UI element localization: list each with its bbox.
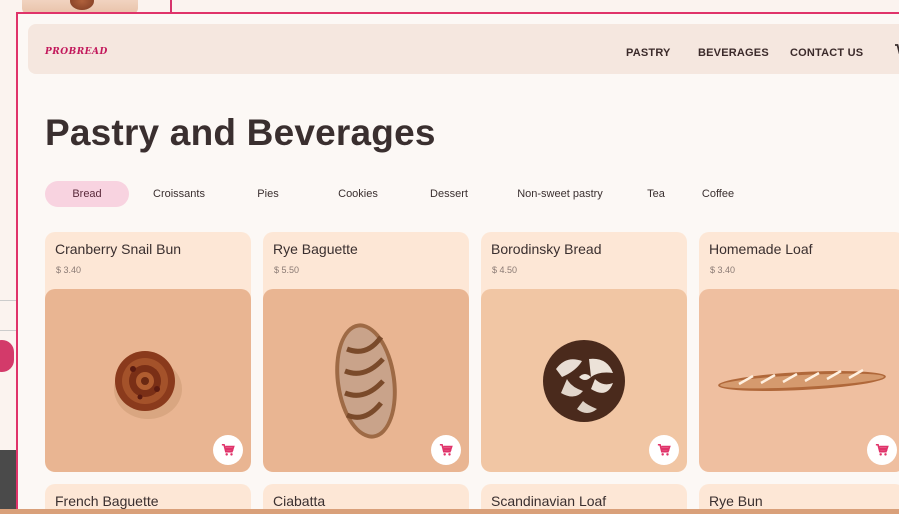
product-name[interactable]: Rye Bun	[709, 493, 763, 509]
brand-logo[interactable]: PROBREAD	[45, 47, 108, 57]
product-name[interactable]: French Baguette	[55, 493, 159, 509]
product-name[interactable]: Cranberry Snail Bun	[55, 241, 181, 257]
product-price: $ 4.50	[492, 265, 518, 275]
window-bottom-edge	[0, 509, 899, 514]
category-tab-croissants[interactable]: Croissants	[140, 181, 218, 207]
cart-icon	[875, 443, 889, 456]
category-tab-pies[interactable]: Pies	[248, 181, 288, 207]
category-tab-coffee[interactable]: Coffee	[693, 181, 743, 207]
product-image[interactable]	[45, 289, 251, 472]
cart-icon	[221, 443, 235, 456]
nav-link-contact-us[interactable]: CONTACT US	[790, 47, 863, 59]
product-price: $ 3.40	[56, 265, 82, 275]
product-card[interactable]: Rye Baguette $ 5.50	[263, 232, 469, 472]
product-card[interactable]: Cranberry Snail Bun $ 3.40	[45, 232, 251, 472]
cart-icon	[439, 443, 453, 456]
product-card[interactable]: Homemade Loaf $ 3.40	[699, 232, 899, 472]
category-tab-bread[interactable]: Bread	[45, 181, 129, 207]
product-name[interactable]: Homemade Loaf	[709, 241, 813, 257]
product-price: $ 3.40	[710, 265, 736, 275]
product-name[interactable]: Scandinavian Loaf	[491, 493, 606, 509]
nav-link-pastry[interactable]: PASTRY	[626, 47, 671, 59]
product-name[interactable]: Rye Baguette	[273, 241, 358, 257]
add-to-cart-button[interactable]	[213, 435, 243, 465]
category-tab-tea[interactable]: Tea	[640, 181, 672, 207]
category-tab-cookies[interactable]: Cookies	[326, 181, 390, 207]
product-price: $ 5.50	[274, 265, 300, 275]
shop-window: PROBREAD PASTRY BEVERAGES CONTACT US Pas…	[16, 12, 899, 514]
product-name[interactable]: Borodinsky Bread	[491, 241, 602, 257]
product-name[interactable]: Ciabatta	[273, 493, 325, 509]
nav-link-beverages[interactable]: BEVERAGES	[698, 47, 769, 59]
add-to-cart-button[interactable]	[649, 435, 679, 465]
product-card[interactable]: Borodinsky Bread $ 4.50	[481, 232, 687, 472]
product-image[interactable]	[263, 289, 469, 472]
page-title: Pastry and Beverages	[45, 112, 436, 153]
navbar: PROBREAD PASTRY BEVERAGES CONTACT US	[28, 24, 899, 74]
background-pill-button	[0, 340, 14, 372]
add-to-cart-button[interactable]	[867, 435, 897, 465]
product-image[interactable]	[481, 289, 687, 472]
category-tab-dessert[interactable]: Dessert	[418, 181, 480, 207]
product-image[interactable]	[699, 289, 899, 472]
cart-icon[interactable]	[894, 43, 899, 59]
cart-icon	[657, 443, 671, 456]
category-tab-non-sweet-pastry[interactable]: Non-sweet pastry	[508, 181, 612, 207]
add-to-cart-button[interactable]	[431, 435, 461, 465]
